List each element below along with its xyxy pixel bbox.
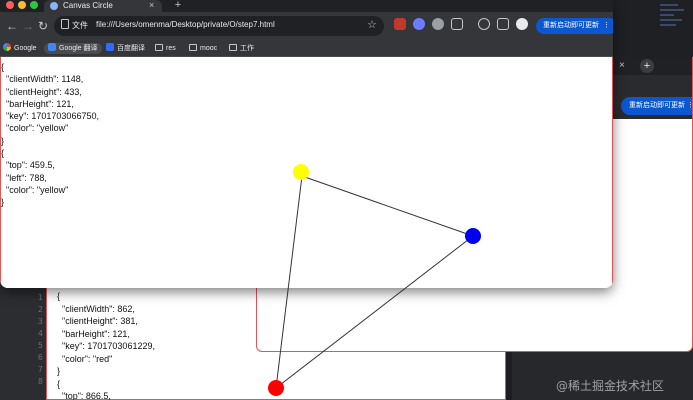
- update-button[interactable]: 重新启动即可更新 ⋮: [621, 97, 692, 115]
- reload-icon[interactable]: ↻: [38, 19, 48, 33]
- bookmark-label: 百度翻译: [117, 45, 145, 52]
- translate-icon: [48, 43, 56, 51]
- page-content: { "clientWidth": 1148, "clientHeight": 4…: [0, 57, 613, 288]
- maximize-window-button[interactable]: [30, 1, 38, 9]
- menu-dots-icon[interactable]: ⋮: [603, 22, 610, 29]
- extensions-puzzle-icon[interactable]: [451, 18, 463, 30]
- navigation-toolbar: ← → ↻ 文件 file:///Users/omenma/Desktop/pr…: [0, 12, 613, 40]
- title-bar: Canvas Circle × +: [0, 0, 613, 12]
- address-bar[interactable]: 文件 file:///Users/omenma/Desktop/private/…: [54, 16, 384, 36]
- new-tab-button[interactable]: +: [172, 0, 184, 12]
- bookmark-baidu-translate[interactable]: 百度翻译: [106, 43, 145, 54]
- bookmark-google[interactable]: Google: [3, 43, 37, 54]
- url-text[interactable]: file:///Users/omenma/Desktop/private/O/s…: [96, 20, 275, 29]
- extension-red-icon[interactable]: [394, 18, 406, 30]
- bookmark-folder-work[interactable]: 工作: [229, 43, 254, 54]
- profile-avatar[interactable]: [516, 18, 528, 30]
- bookmark-google-translate[interactable]: Google 翻译: [44, 43, 102, 54]
- extension-gear-icon[interactable]: [413, 18, 425, 30]
- update-button-label: 重新启动即可更新: [543, 22, 599, 29]
- close-window-button[interactable]: [6, 1, 14, 9]
- folder-icon: [189, 44, 197, 51]
- update-button[interactable]: 重新启动即可更新 ⋮: [536, 18, 613, 34]
- background-line-numbers: 1 2 3 4 5 6 7 8: [0, 285, 46, 400]
- bookmark-folder-res[interactable]: res: [155, 43, 176, 54]
- close-icon[interactable]: ×: [619, 60, 625, 71]
- bookmark-label: Google 翻译: [59, 45, 98, 52]
- bookmarks-bar: Google Google 翻译 百度翻译 res mooc 工作: [0, 40, 613, 57]
- baidu-translate-icon: [106, 43, 114, 51]
- extension-circle-icon[interactable]: [432, 18, 444, 30]
- main-browser-window[interactable]: Canvas Circle × + ← → ↻ 文件 file:///Users…: [0, 0, 613, 288]
- folder-icon: [155, 44, 163, 51]
- sidepanel-icon[interactable]: [497, 18, 509, 30]
- google-icon: [3, 43, 11, 51]
- folder-icon: [229, 44, 237, 51]
- minimize-window-button[interactable]: [18, 1, 26, 9]
- back-arrow-icon[interactable]: ←: [6, 19, 18, 33]
- bookmark-label: mooc: [200, 45, 218, 52]
- watermark: @稀土掘金技术社区: [556, 379, 665, 393]
- back-window-json-output: { "clientWidth": 862, "clientHeight": 38…: [57, 291, 155, 400]
- scheme-label: 文件: [72, 21, 88, 30]
- bookmark-star-icon[interactable]: ☆: [367, 18, 377, 31]
- new-tab-button[interactable]: +: [640, 59, 654, 73]
- tab-canvas-circle[interactable]: Canvas Circle ×: [44, 0, 162, 12]
- forward-arrow-icon[interactable]: →: [22, 19, 34, 33]
- history-icon[interactable]: [478, 18, 490, 30]
- file-icon: [61, 19, 69, 29]
- globe-icon: [50, 2, 58, 10]
- close-icon[interactable]: ×: [149, 0, 154, 10]
- bookmark-folder-mooc[interactable]: mooc: [189, 43, 217, 54]
- bookmark-label: res: [166, 45, 176, 52]
- json-output: { "clientWidth": 1148, "clientHeight": 4…: [1, 62, 99, 208]
- tab-title: Canvas Circle: [63, 1, 113, 10]
- background-code-editor: [612, 0, 693, 60]
- bookmark-label: Google: [14, 45, 37, 52]
- bookmark-label: 工作: [240, 45, 254, 52]
